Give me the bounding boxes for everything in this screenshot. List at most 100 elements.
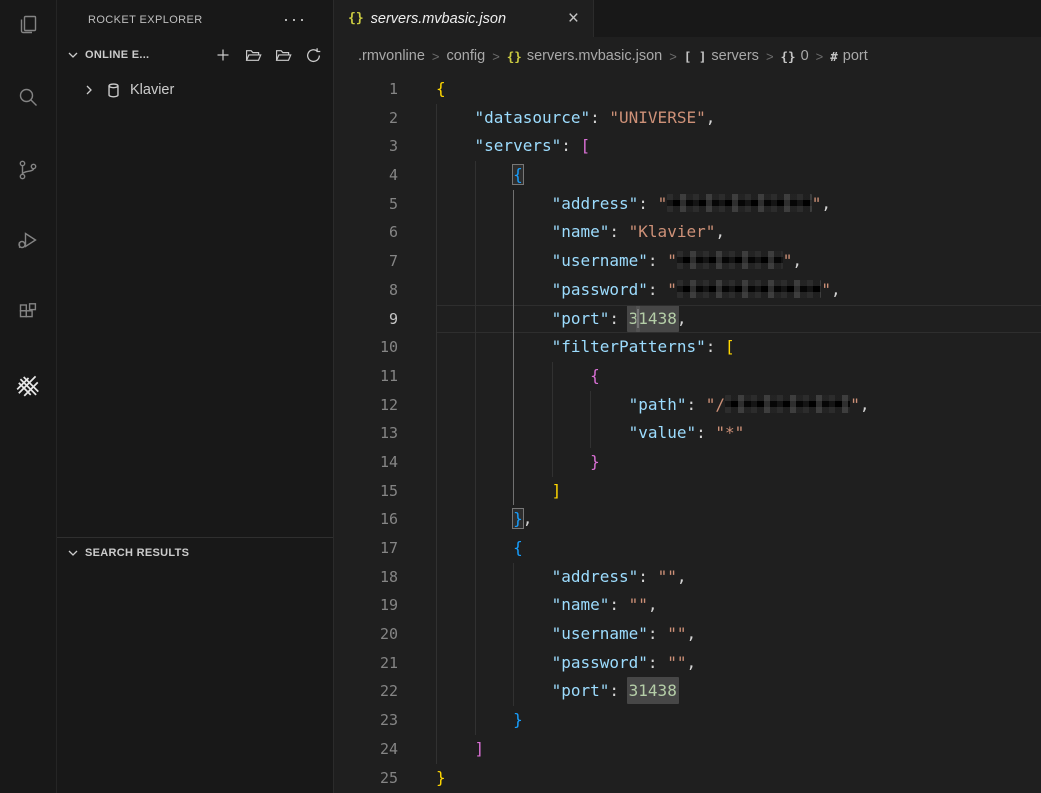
line-number[interactable]: 4 <box>334 161 398 190</box>
refresh-icon[interactable] <box>303 45 323 65</box>
tab-servers-mvbasic-json[interactable]: {} servers.mvbasic.json × <box>334 0 594 37</box>
code-line[interactable]: 17 { <box>334 534 1041 563</box>
tree-item-label: Klavier <box>130 82 175 98</box>
line-number[interactable]: 21 <box>334 649 398 678</box>
line-number[interactable]: 14 <box>334 448 398 477</box>
add-icon[interactable] <box>213 45 233 65</box>
code-token: " <box>850 394 860 414</box>
code-line[interactable]: 18 "address": "", <box>334 562 1041 592</box>
line-number[interactable]: 19 <box>334 591 398 620</box>
close-icon[interactable]: × <box>564 9 583 28</box>
line-number[interactable]: 17 <box>334 534 398 563</box>
breadcrumb-item-file[interactable]: {} servers.mvbasic.json <box>507 48 662 64</box>
code-line[interactable]: 1{ <box>334 75 1041 104</box>
more-actions-icon[interactable]: ··· <box>283 4 307 34</box>
code-line[interactable]: 4{ <box>334 161 1041 190</box>
code-line[interactable]: 7 "username": " ", <box>334 247 1041 276</box>
code-line[interactable]: 16}, <box>334 505 1041 534</box>
run-debug-icon[interactable] <box>0 216 56 264</box>
breadcrumb-separator: > <box>669 48 677 64</box>
breadcrumb-item-0[interactable]: {} 0 <box>781 48 809 64</box>
symbol-array-icon: [ ] <box>683 48 707 64</box>
line-number[interactable]: 9 <box>334 305 398 334</box>
breadcrumb-item-rmvonline[interactable]: .rmvonline <box>358 48 425 64</box>
code-line[interactable]: 6 "name": "Klavier", <box>334 218 1041 248</box>
indent-guide <box>474 505 476 534</box>
line-number[interactable]: 22 <box>334 677 398 706</box>
extensions-icon[interactable] <box>0 288 56 336</box>
code-token: "port" <box>551 308 610 328</box>
line-number[interactable]: 11 <box>334 362 398 391</box>
code-token: , <box>647 595 658 615</box>
open-folder-icon[interactable] <box>243 45 263 65</box>
code-token: " <box>782 251 793 271</box>
code-line[interactable]: 23} <box>334 706 1041 735</box>
line-number[interactable]: 5 <box>334 190 398 219</box>
indent-guide <box>474 419 476 448</box>
rocket-icon[interactable] <box>0 360 56 408</box>
breadcrumb-item-port[interactable]: # port <box>830 48 868 64</box>
indent-guide <box>474 562 476 592</box>
code-line[interactable]: 5 "address": " ", <box>334 189 1041 219</box>
code-token: "" <box>657 566 677 586</box>
code-line[interactable]: 15] <box>334 476 1041 506</box>
indent-guide <box>513 562 515 592</box>
code-line[interactable]: 25} <box>334 764 1041 793</box>
code-line[interactable]: 2 "datasource": "UNIVERSE", <box>334 103 1041 133</box>
breadcrumb-item-servers[interactable]: [ ] servers <box>684 48 759 64</box>
line-number[interactable]: 6 <box>334 218 398 247</box>
line-number[interactable]: 13 <box>334 419 398 448</box>
search-icon[interactable] <box>0 73 56 121</box>
line-number[interactable]: 24 <box>334 735 398 764</box>
line-number[interactable]: 18 <box>334 563 398 592</box>
code-token: : <box>647 624 668 644</box>
line-number[interactable]: 2 <box>334 104 398 133</box>
section-search-results[interactable]: SEARCH RESULTS <box>57 537 333 567</box>
code-line[interactable]: 14} <box>334 447 1041 477</box>
code-line[interactable]: 9 "port": 31438, <box>334 304 1041 334</box>
indent-guide <box>474 476 476 506</box>
breadcrumb-item-config[interactable]: config <box>446 48 485 64</box>
files-icon[interactable] <box>0 1 56 49</box>
code-line[interactable]: 24] <box>334 734 1041 764</box>
tree-item-klavier[interactable]: Klavier <box>57 76 333 104</box>
json-braces-icon: {} <box>506 48 522 64</box>
indent-guide <box>513 218 515 248</box>
code-area[interactable]: 1{2 "datasource": "UNIVERSE", 3 "servers": … <box>334 75 1041 793</box>
code-token: , <box>830 279 841 299</box>
code-line[interactable]: 12 "path": "/ ", <box>334 390 1041 420</box>
line-number[interactable]: 25 <box>334 764 398 793</box>
code-line[interactable]: 20 "username": "", <box>334 620 1041 649</box>
line-number[interactable]: 16 <box>334 505 398 534</box>
line-number[interactable]: 20 <box>334 620 398 649</box>
code-line[interactable]: 21 "password": "", <box>334 648 1041 678</box>
line-number[interactable]: 15 <box>334 477 398 506</box>
line-number[interactable]: 23 <box>334 706 398 735</box>
code-line[interactable]: 11 { <box>334 361 1041 391</box>
code-line[interactable]: 10 "filterPatterns": [ <box>334 333 1041 362</box>
code-token: "servers" <box>474 136 562 156</box>
code-line[interactable]: 22 "port": 31438 <box>334 677 1041 707</box>
indent-guide <box>513 677 515 707</box>
line-number[interactable]: 8 <box>334 276 398 305</box>
indent-guide <box>436 677 437 707</box>
code-line[interactable]: 13 "value": "*" <box>334 419 1041 448</box>
line-number[interactable]: 7 <box>334 247 398 276</box>
source-control-icon[interactable] <box>0 146 56 194</box>
code-token: : <box>647 652 668 672</box>
indent-guide <box>513 189 515 219</box>
code-token: { <box>436 79 446 98</box>
line-number[interactable]: 1 <box>334 75 398 104</box>
section-online-editors[interactable]: ONLINE E... <box>57 40 333 70</box>
open-folder-icon[interactable] <box>273 45 293 65</box>
section-label: ONLINE E... <box>85 49 150 61</box>
code-line[interactable]: 3 "servers": [ <box>334 132 1041 162</box>
online-editors-tree: Klavier <box>57 70 333 537</box>
line-number[interactable]: 12 <box>334 391 398 420</box>
line-number[interactable]: 10 <box>334 333 398 362</box>
line-number[interactable]: 3 <box>334 132 398 161</box>
code-line[interactable]: 19 "name": "", <box>334 591 1041 621</box>
code-token: , <box>676 308 687 328</box>
code-line[interactable]: 8 "password": " ", <box>334 275 1041 305</box>
code-token: { <box>590 365 600 385</box>
